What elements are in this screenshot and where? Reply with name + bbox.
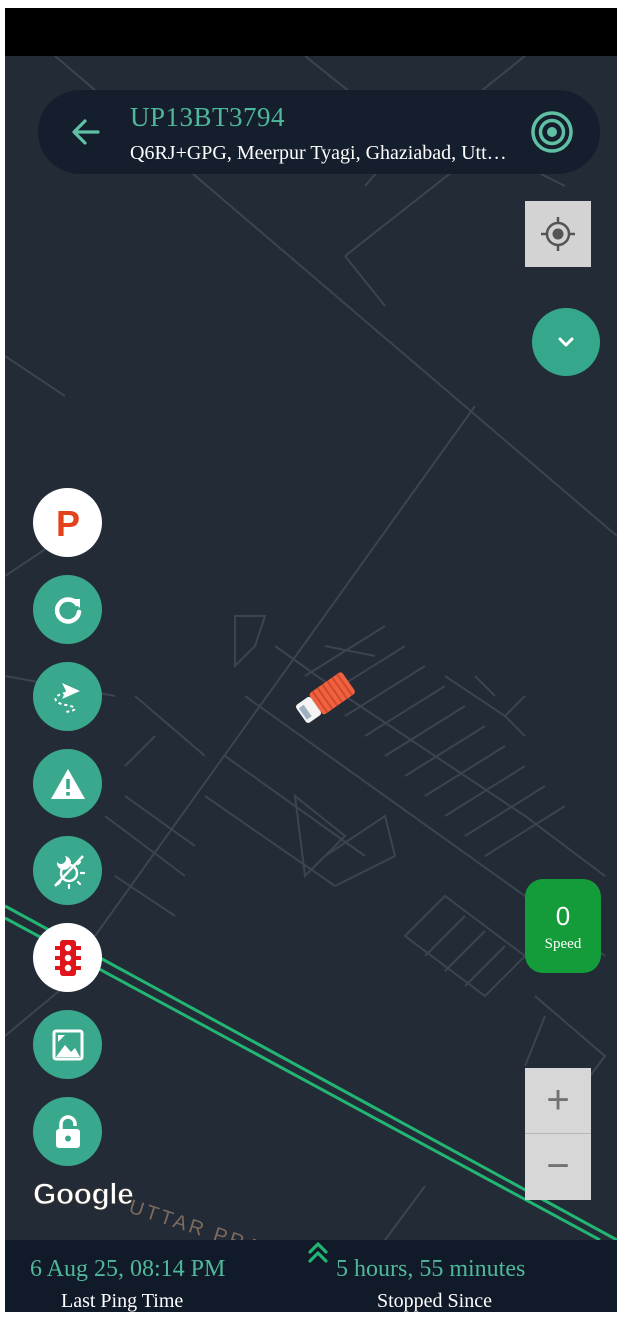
vehicle-header: UP13BT3794 Q6RJ+GPG, Meerpur Tyagi, Ghaz… — [38, 90, 600, 174]
day-night-button[interactable] — [33, 836, 102, 905]
vehicle-number: UP13BT3794 — [130, 102, 286, 132]
refresh-icon — [54, 596, 81, 624]
alert-icon — [50, 768, 85, 799]
speed-indicator: 0 Speed — [525, 879, 601, 973]
stopped-since-label: Stopped Since — [377, 1290, 492, 1312]
double-chevron-up-icon[interactable] — [307, 1240, 329, 1264]
stopped-since-value: 5 hours, 55 minutes — [336, 1256, 526, 1282]
zoom-controls: + − — [525, 1068, 591, 1200]
refresh-button[interactable] — [33, 575, 102, 644]
traffic-button[interactable] — [33, 923, 102, 992]
lock-button[interactable] — [33, 1097, 102, 1166]
alerts-button[interactable] — [33, 749, 102, 818]
day-night-icon — [53, 854, 85, 889]
map-type-icon — [52, 1029, 83, 1060]
route-playback-icon — [54, 682, 80, 713]
route-playback-button[interactable] — [33, 662, 102, 731]
my-location-button[interactable] — [525, 201, 591, 267]
parking-icon: P — [55, 503, 79, 543]
zoom-out-button[interactable]: − — [525, 1134, 591, 1199]
traffic-light-icon — [54, 939, 81, 976]
last-ping-value: 6 Aug 25, 08:14 PM — [30, 1256, 226, 1282]
arrow-left-icon — [72, 119, 100, 145]
map-view[interactable]: UTTAR PRA 0 Speed + − UP13BT3794 Q6RJ+GP… — [5, 56, 617, 1240]
radar-icon — [531, 111, 573, 153]
vehicle-marker[interactable] — [283, 671, 363, 731]
parking-letter: P — [55, 503, 79, 543]
speed-value: 0 — [555, 901, 571, 931]
trip-status-footer: 6 Aug 25, 08:14 PM Last Ping Time 5 hour… — [5, 1240, 617, 1312]
status-bar — [5, 8, 617, 56]
speed-label: Speed — [544, 936, 582, 952]
back-button[interactable] — [68, 114, 104, 150]
expand-panel-button[interactable] — [532, 308, 600, 376]
parking-button[interactable]: P — [33, 488, 102, 557]
truck-icon — [295, 672, 355, 723]
lock-icon — [55, 1114, 80, 1148]
crosshair-icon — [541, 217, 575, 251]
last-ping-label: Last Ping Time — [61, 1290, 184, 1312]
chevron-down-icon — [558, 337, 574, 347]
google-logo: Google — [32, 1178, 134, 1212]
zoom-in-button[interactable]: + — [525, 1068, 591, 1133]
vehicle-location: Q6RJ+GPG, Meerpur Tyagi, Ghaziabad, Utta… — [130, 142, 510, 164]
map-type-button[interactable] — [33, 1010, 102, 1079]
track-button[interactable] — [530, 110, 574, 154]
